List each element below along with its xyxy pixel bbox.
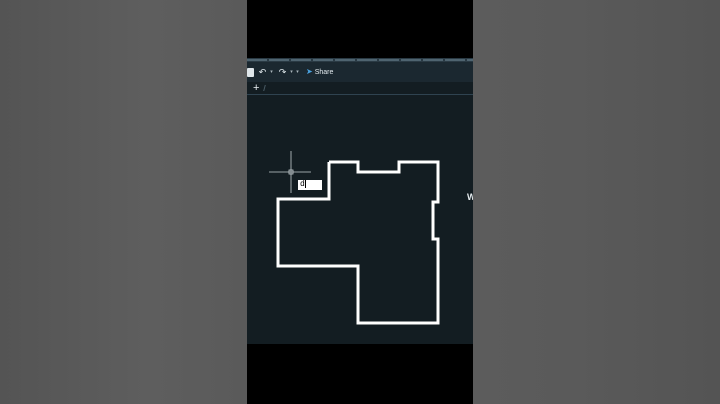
customize-toolbar-caret[interactable]: ▾ xyxy=(295,69,300,75)
viewcube-edge-glyph[interactable]: W xyxy=(467,192,473,210)
redo-dropdown-caret[interactable]: ▾ xyxy=(289,69,294,75)
undo-arrow-icon[interactable]: ↶ xyxy=(257,65,268,79)
document-tab-bar: + xyxy=(247,82,473,95)
undo-dropdown-caret[interactable]: ▾ xyxy=(269,69,274,75)
share-label: Share xyxy=(314,68,334,76)
paper-plane-icon: ➤ xyxy=(306,67,313,76)
dynamic-input-field[interactable]: d xyxy=(298,180,322,190)
blurred-background-right xyxy=(473,0,720,404)
video-frame: ↶ ▾ ↷ ▾ ▾ ➤ Share + d W xyxy=(247,0,473,404)
quick-access-toolbar: ↶ ▾ ↷ ▾ ▾ ➤ Share xyxy=(247,62,473,82)
save-icon xyxy=(247,67,254,77)
blurred-background-left xyxy=(0,0,247,404)
tab-separator xyxy=(263,85,267,91)
new-tab-button[interactable]: + xyxy=(253,82,259,94)
cad-application-window: ↶ ▾ ↷ ▾ ▾ ➤ Share + d W xyxy=(247,58,473,344)
drawing-canvas[interactable] xyxy=(247,95,473,344)
text-cursor xyxy=(304,180,306,188)
title-strip-segments xyxy=(247,59,473,61)
redo-arrow-icon[interactable]: ↷ xyxy=(277,65,288,79)
save-button[interactable] xyxy=(247,65,254,79)
share-button[interactable]: ➤ Share xyxy=(306,68,333,76)
drawing-svg xyxy=(269,151,440,325)
